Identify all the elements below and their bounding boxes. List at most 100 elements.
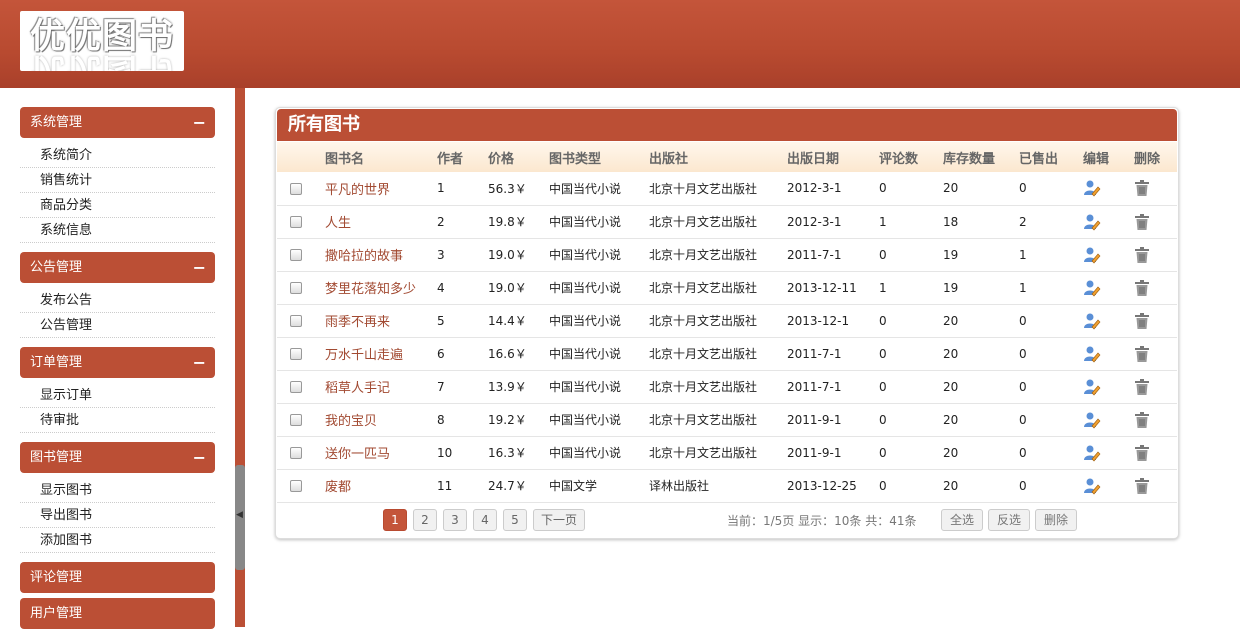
book-name-link[interactable]: 万水千山走遍 (325, 337, 437, 370)
book-name-link[interactable]: 稻草人手记 (325, 370, 437, 403)
edit-user-icon[interactable] (1083, 246, 1101, 264)
menu-group-2[interactable]: 订单管理 − (20, 347, 215, 378)
table-row: 梦里花落知多少 4 19.0￥ 中国当代小说 北京十月文艺出版社 2013-12-11 1 1… (277, 271, 1177, 304)
table-header-row: 图书名 作者 价格 图书类型 出版社 出版日期 评论数 库存数量 已售出 编辑 … (277, 142, 1177, 172)
page-button-2[interactable]: 2 (413, 509, 437, 531)
row-checkbox[interactable] (290, 381, 302, 393)
menu-item[interactable]: 显示图书 (20, 478, 215, 503)
page-button-3[interactable]: 3 (443, 509, 467, 531)
book-name-link[interactable]: 雨季不再来 (325, 304, 437, 337)
cell-comments: 0 (879, 181, 887, 196)
delete-selected-button[interactable]: 删除 (1035, 509, 1077, 531)
trash-icon[interactable] (1134, 378, 1150, 396)
edit-user-icon[interactable] (1083, 345, 1101, 363)
menu-item[interactable]: 系统简介 (20, 143, 215, 168)
cell-author: 5 (437, 313, 445, 328)
page-button-1[interactable]: 1 (383, 509, 407, 531)
cell-author: 3 (437, 247, 445, 262)
menu-item[interactable]: 发布公告 (20, 288, 215, 313)
collapse-icon[interactable]: − (193, 347, 206, 378)
edit-user-icon[interactable] (1083, 411, 1101, 429)
menu-item[interactable]: 系统信息 (20, 218, 215, 243)
edit-user-icon[interactable] (1083, 179, 1101, 197)
row-checkbox[interactable] (290, 282, 302, 294)
cell-stock: 19 (943, 247, 959, 262)
book-name-link[interactable]: 平凡的世界 (325, 172, 437, 205)
book-name-link[interactable]: 废都 (325, 469, 437, 502)
menu-group-4[interactable]: 评论管理 (20, 562, 215, 593)
trash-icon[interactable] (1134, 444, 1150, 462)
edit-user-icon[interactable] (1083, 444, 1101, 462)
trash-icon[interactable] (1134, 179, 1150, 197)
cell-publisher: 译林出版社 (649, 479, 710, 493)
books-table: 图书名 作者 价格 图书类型 出版社 出版日期 评论数 库存数量 已售出 编辑 … (277, 142, 1177, 503)
book-name-link[interactable]: 我的宝贝 (325, 403, 437, 436)
menu-item[interactable]: 添加图书 (20, 528, 215, 553)
cell-sold: 0 (1019, 412, 1027, 427)
trash-icon[interactable] (1134, 411, 1150, 429)
edit-user-icon[interactable] (1083, 312, 1101, 330)
sidebar-collapse-handle[interactable]: ◀ (235, 465, 245, 570)
trash-icon[interactable] (1134, 345, 1150, 363)
menu-item[interactable]: 商品分类 (20, 193, 215, 218)
collapse-icon[interactable]: − (193, 107, 206, 138)
row-checkbox[interactable] (290, 182, 302, 195)
row-checkbox[interactable] (290, 414, 302, 426)
cell-date: 2012-3-1 (787, 214, 842, 229)
cell-comments: 0 (879, 445, 887, 460)
trash-icon[interactable] (1134, 312, 1150, 330)
select-all-button[interactable]: 全选 (941, 509, 983, 531)
book-name-link[interactable]: 送你一匹马 (325, 436, 437, 469)
table-row: 送你一匹马 10 16.3￥ 中国当代小说 北京十月文艺出版社 2011-9-1 0 20 0 (277, 436, 1177, 469)
edit-user-icon[interactable] (1083, 213, 1101, 231)
menu-item[interactable]: 显示订单 (20, 383, 215, 408)
trash-icon[interactable] (1134, 246, 1150, 264)
cell-comments: 0 (879, 379, 887, 394)
cell-comments: 0 (879, 346, 887, 361)
trash-icon[interactable] (1134, 279, 1150, 297)
menu-item[interactable]: 导出图书 (20, 503, 215, 528)
edit-user-icon[interactable] (1083, 279, 1101, 297)
row-checkbox[interactable] (290, 216, 302, 228)
delete-cell (1134, 436, 1177, 469)
menu-item[interactable]: 公告管理 (20, 313, 215, 338)
page-button-5[interactable]: 5 (503, 509, 527, 531)
book-name-link[interactable]: 人生 (325, 205, 437, 238)
menu-group-3[interactable]: 图书管理 − (20, 442, 215, 473)
row-checkbox[interactable] (290, 480, 302, 492)
logo[interactable]: 优优图书 优优图书 (20, 11, 184, 71)
row-checkbox[interactable] (290, 447, 302, 459)
collapse-icon[interactable]: − (193, 252, 206, 283)
trash-icon[interactable] (1134, 213, 1150, 231)
collapse-icon[interactable]: − (193, 442, 206, 473)
cell-comments: 0 (879, 313, 887, 328)
row-select-cell (277, 436, 325, 469)
cell-date: 2011-7-1 (787, 247, 842, 262)
book-name-link[interactable]: 撒哈拉的故事 (325, 238, 437, 271)
row-checkbox[interactable] (290, 249, 302, 261)
menu-item[interactable]: 待审批 (20, 408, 215, 433)
row-checkbox[interactable] (290, 315, 302, 327)
row-checkbox[interactable] (290, 348, 302, 360)
edit-user-icon[interactable] (1083, 378, 1101, 396)
cell-sold: 0 (1019, 478, 1027, 493)
column-header-delete: 删除 (1134, 151, 1161, 167)
menu-item[interactable]: 销售统计 (20, 168, 215, 193)
cell-price: 56.3￥ (488, 181, 527, 196)
invert-selection-button[interactable]: 反选 (988, 509, 1030, 531)
column-header-sold: 已售出 (1019, 151, 1059, 167)
cell-publisher: 北京十月文艺出版社 (649, 413, 758, 427)
cell-date: 2012-3-1 (787, 181, 842, 196)
menu-group-title: 订单管理 (30, 355, 83, 370)
menu-group-5[interactable]: 用户管理 (20, 598, 215, 629)
next-page-button[interactable]: 下一页 (533, 509, 585, 531)
menu-group-1[interactable]: 公告管理 − (20, 252, 215, 283)
edit-cell (1083, 403, 1134, 436)
cell-date: 2011-9-1 (787, 412, 842, 427)
page-button-4[interactable]: 4 (473, 509, 497, 531)
menu-group-0[interactable]: 系统管理 − (20, 107, 215, 138)
edit-user-icon[interactable] (1083, 477, 1101, 495)
cell-type: 中国文学 (549, 479, 598, 493)
trash-icon[interactable] (1134, 477, 1150, 495)
book-name-link[interactable]: 梦里花落知多少 (325, 271, 437, 304)
